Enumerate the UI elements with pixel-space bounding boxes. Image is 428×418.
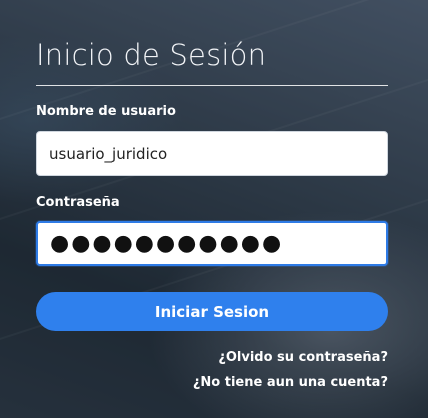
login-title: Inicio de Sesión bbox=[36, 38, 267, 72]
create-account-link[interactable]: ¿No tiene aun una cuenta? bbox=[193, 375, 388, 390]
password-label: Contraseña bbox=[36, 195, 120, 210]
login-button[interactable]: Iniciar Sesion bbox=[36, 292, 388, 331]
password-field[interactable]: ●●●●●●●●●●● bbox=[36, 221, 388, 266]
username-field[interactable]: usuario_juridico bbox=[36, 131, 388, 176]
forgot-password-link[interactable]: ¿Olvido su contraseña? bbox=[218, 350, 388, 365]
username-label: Nombre de usuario bbox=[36, 104, 176, 119]
title-divider bbox=[36, 85, 388, 86]
